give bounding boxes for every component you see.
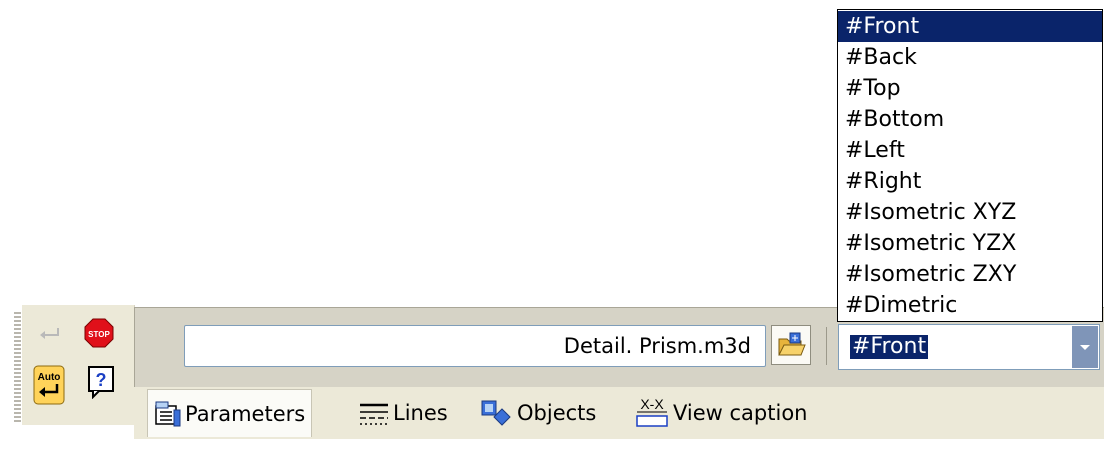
open-file-button[interactable] bbox=[771, 325, 811, 365]
panel-tab-strip: Parameters Lines Objects X-X View captio… bbox=[134, 387, 1104, 439]
help-question-icon: ? bbox=[88, 366, 114, 399]
dropdown-item-isometric-xyz[interactable]: #Isometric XYZ bbox=[838, 197, 1102, 228]
dropdown-item-top[interactable]: #Top bbox=[838, 73, 1102, 104]
tab-objects[interactable]: Objects bbox=[480, 391, 596, 435]
help-icon-label: ? bbox=[96, 370, 107, 390]
tab-view-caption[interactable]: X-X View caption bbox=[634, 391, 807, 435]
auto-enter-icon: Auto bbox=[33, 365, 65, 405]
parameters-tab-icon bbox=[154, 400, 182, 428]
auto-icon-label: Auto bbox=[38, 372, 61, 383]
dropdown-item-right[interactable]: #Right bbox=[838, 166, 1102, 197]
view-orientation-dropdown: #Front #Back #Top #Bottom #Left #Right #… bbox=[837, 9, 1103, 322]
enter-button[interactable] bbox=[34, 319, 64, 349]
tab-parameters[interactable]: Parameters bbox=[147, 389, 313, 437]
dropdown-item-isometric-zxy[interactable]: #Isometric ZXY bbox=[838, 259, 1102, 290]
view-caption-tab-icon: X-X bbox=[634, 395, 670, 431]
view-combo-value: #Front bbox=[850, 334, 929, 359]
stop-sign-icon: STOP bbox=[84, 318, 114, 348]
lines-tab-icon bbox=[358, 399, 390, 427]
toolbar-grip-handle[interactable] bbox=[14, 312, 21, 422]
left-button-group: STOP Auto ? bbox=[22, 305, 135, 425]
stop-button[interactable]: STOP bbox=[84, 318, 114, 348]
dropdown-item-left[interactable]: #Left bbox=[838, 135, 1102, 166]
dropdown-item-back[interactable]: #Back bbox=[838, 42, 1102, 73]
tab-view-caption-label: View caption bbox=[673, 401, 808, 425]
auto-enter-button[interactable]: Auto bbox=[32, 365, 66, 405]
objects-tab-icon bbox=[480, 399, 514, 427]
dropdown-item-bottom[interactable]: #Bottom bbox=[838, 104, 1102, 135]
view-caption-icon-text: X-X bbox=[640, 396, 664, 412]
file-name-field[interactable]: Detail. Prism.m3d bbox=[184, 325, 766, 367]
stop-icon-label: STOP bbox=[88, 330, 110, 339]
help-button[interactable]: ? bbox=[86, 366, 116, 399]
tab-parameters-label: Parameters bbox=[185, 401, 306, 426]
dropdown-item-isometric-yzx[interactable]: #Isometric YZX bbox=[838, 228, 1102, 259]
tab-lines-label: Lines bbox=[393, 401, 448, 425]
enter-arrow-icon bbox=[40, 328, 59, 339]
chevron-down-icon bbox=[1080, 344, 1090, 350]
combo-dropdown-button[interactable] bbox=[1072, 326, 1098, 368]
view-orientation-combobox[interactable]: #Front bbox=[838, 324, 1100, 370]
tab-objects-label: Objects bbox=[517, 401, 597, 425]
dropdown-item-dimetric[interactable]: #Dimetric bbox=[838, 290, 1102, 321]
dropdown-item-front[interactable]: #Front bbox=[838, 11, 1102, 42]
toolbar-separator bbox=[826, 327, 827, 365]
tab-lines[interactable]: Lines bbox=[358, 391, 448, 435]
folder-open-icon bbox=[778, 332, 806, 356]
